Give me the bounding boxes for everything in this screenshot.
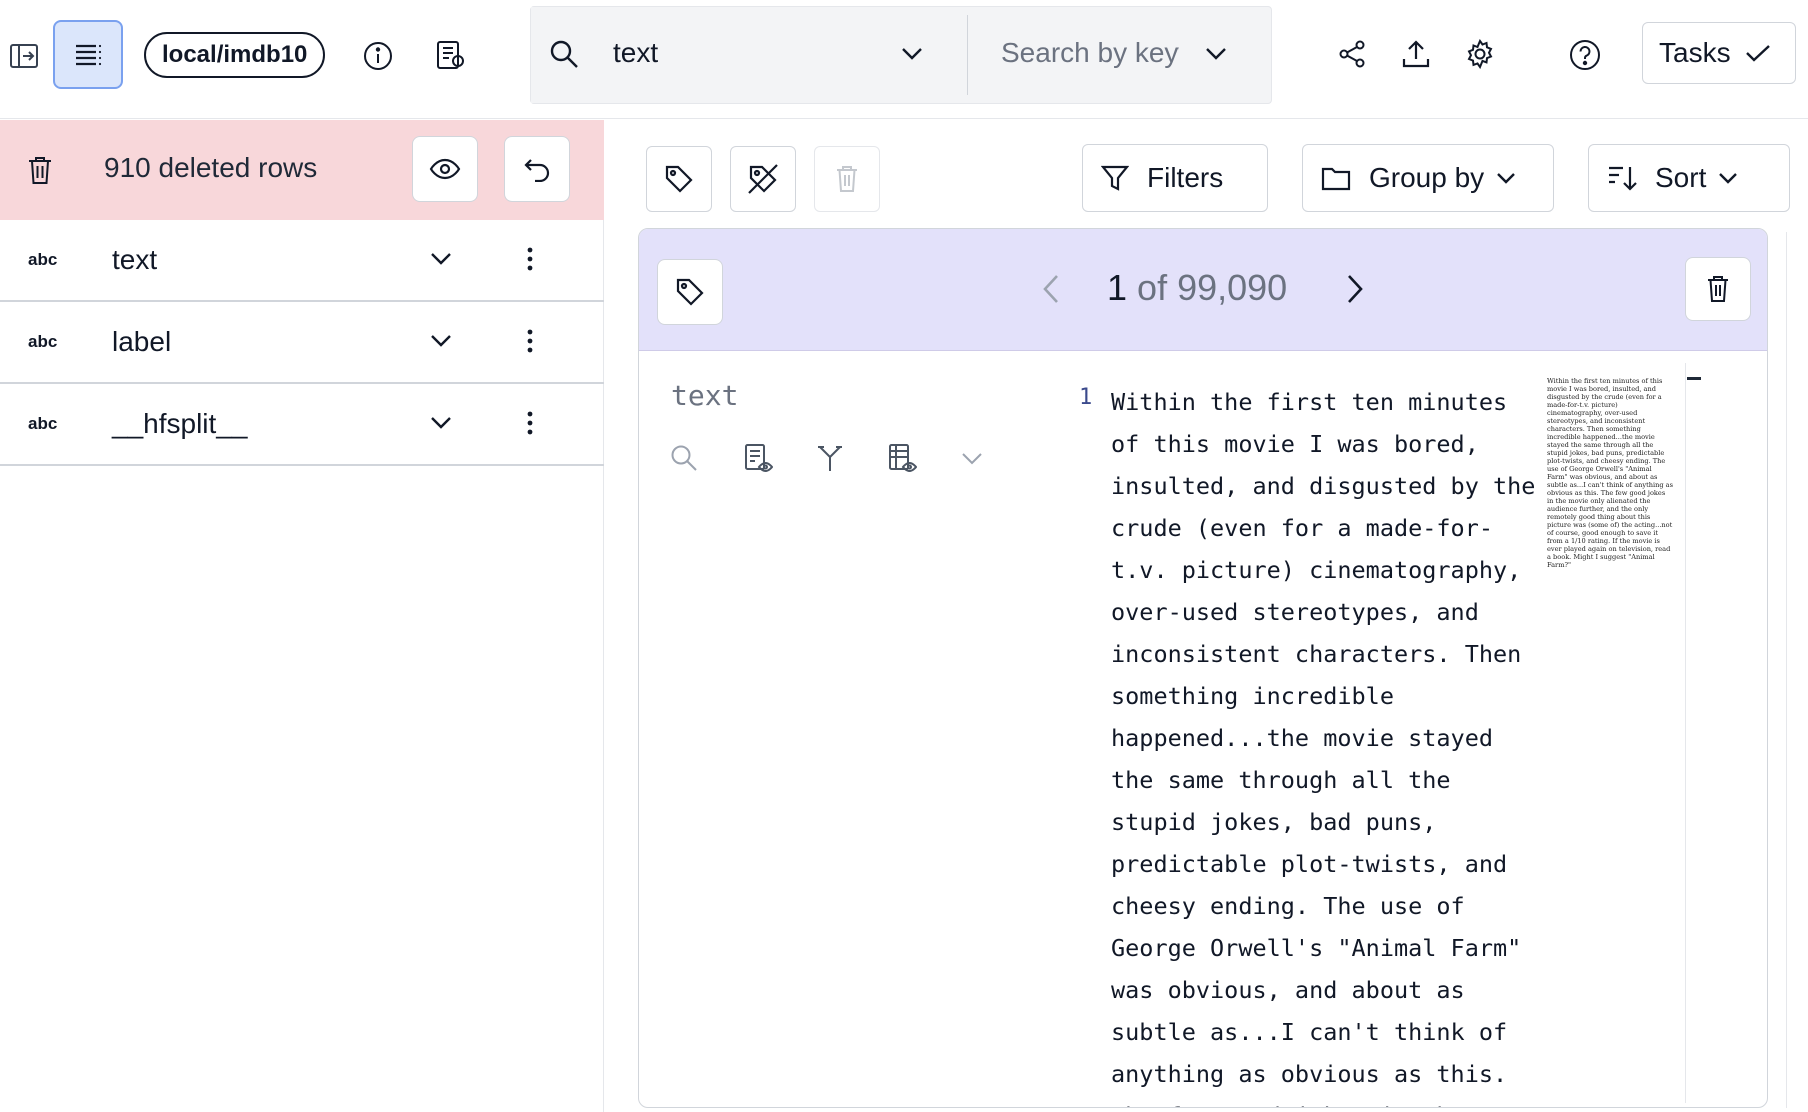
field-row-hfsplit[interactable]: abc __hfsplit__ <box>0 384 604 466</box>
tag-off-icon <box>748 164 778 194</box>
line-number: 1 <box>1079 385 1093 410</box>
scroll-position-marker <box>1687 377 1701 380</box>
group-by-button[interactable]: Group by <box>1302 144 1554 212</box>
text-minimap[interactable]: Within the first ten minutes of this mov… <box>1547 377 1673 617</box>
eye-icon <box>429 158 461 180</box>
chevron-down-icon <box>1497 173 1516 184</box>
field-text-value: Within the first ten minutes of this mov… <box>1111 388 1536 1107</box>
filters-label: Filters <box>1147 162 1224 193</box>
search-field-value: text <box>613 37 659 68</box>
row-counter: 1 of 99,090 <box>1107 267 1287 309</box>
chevron-down-icon[interactable] <box>428 248 454 270</box>
field-name: text <box>112 244 158 275</box>
undo-icon <box>524 159 550 182</box>
dataset-name-pill[interactable]: local/imdb10 <box>144 32 326 78</box>
chevron-down-icon <box>1719 173 1738 184</box>
field-row-text[interactable]: abc text <box>0 220 604 302</box>
cluster-icon[interactable] <box>815 443 845 473</box>
schema-panel: 910 deleted rows abc text abc label abc … <box>0 120 604 1112</box>
remove-label-button[interactable] <box>730 146 796 212</box>
chevron-down-icon[interactable] <box>428 330 454 352</box>
search-icon <box>549 39 579 69</box>
gear-icon[interactable] <box>1464 38 1496 70</box>
tasks-button[interactable]: Tasks <box>1642 22 1796 84</box>
row-counter-current: 1 <box>1107 267 1128 308</box>
list-view-button[interactable] <box>53 20 123 89</box>
share-icon[interactable] <box>1336 38 1368 70</box>
more-vertical-icon[interactable] <box>520 326 540 356</box>
next-row-icon[interactable] <box>1343 271 1367 307</box>
tasks-label: Tasks <box>1659 37 1731 68</box>
chevron-down-icon[interactable] <box>959 449 985 469</box>
chevron-down-icon[interactable] <box>899 43 925 65</box>
top-toolbar: local/imdb10 text Search by keyword <box>0 0 1808 119</box>
deleted-rows-label: 910 deleted rows <box>104 152 318 183</box>
trash-icon <box>837 166 857 192</box>
sort-icon <box>1609 166 1637 191</box>
field-name: __hfsplit__ <box>112 408 248 439</box>
row-card: 1 of 99,090 text 1 Within the first ten … <box>638 228 1768 1108</box>
compute-signal-icon[interactable] <box>887 443 917 473</box>
sort-label: Sort <box>1655 162 1707 193</box>
field-type-abc: abc <box>28 414 58 433</box>
more-vertical-icon[interactable] <box>520 244 540 274</box>
row-counter-total: of 99,090 <box>1137 267 1288 308</box>
dataset-insights-icon[interactable] <box>434 38 468 72</box>
delete-row-button[interactable] <box>1685 257 1751 321</box>
help-icon[interactable] <box>1568 38 1602 72</box>
chevron-down-icon[interactable] <box>428 412 454 434</box>
search-divider <box>967 15 968 95</box>
chevron-down-icon[interactable] <box>1203 43 1229 65</box>
row-label-button[interactable] <box>657 259 723 325</box>
delete-rows-button[interactable] <box>814 146 880 212</box>
previous-row-icon[interactable] <box>1039 271 1063 307</box>
search-field-selector[interactable]: text <box>531 7 967 103</box>
preview-icon[interactable] <box>743 443 773 473</box>
panel-scrollbar[interactable] <box>1786 232 1787 1108</box>
search-keyword-input[interactable]: Search by keyword <box>1001 37 1179 69</box>
field-type-abc: abc <box>28 250 58 269</box>
info-icon[interactable] <box>362 40 394 72</box>
field-label: text <box>671 379 739 412</box>
tag-icon <box>665 165 693 193</box>
tag-icon <box>676 278 704 306</box>
deleted-rows-banner: 910 deleted rows <box>0 120 604 220</box>
sidebar-toggle-icon[interactable] <box>8 40 40 72</box>
undo-delete-button[interactable] <box>504 136 570 202</box>
field-row-label[interactable]: abc label <box>0 302 604 384</box>
more-vertical-icon[interactable] <box>520 408 540 438</box>
upload-icon[interactable] <box>1400 38 1432 70</box>
list-icon <box>76 44 102 65</box>
row-card-header: 1 of 99,090 <box>639 229 1767 351</box>
search-bar: text Search by keyword <box>530 6 1272 104</box>
filters-button[interactable]: Filters <box>1082 144 1268 212</box>
search-icon[interactable] <box>669 443 699 473</box>
check-icon <box>1745 44 1771 62</box>
trash-icon <box>26 154 54 186</box>
filter-icon <box>1101 165 1129 191</box>
text-scrollbar[interactable] <box>1685 363 1686 1103</box>
field-name: label <box>112 326 172 357</box>
show-deleted-button[interactable] <box>412 136 478 202</box>
trash-icon <box>1708 276 1728 302</box>
group-by-label: Group by <box>1369 162 1485 193</box>
field-type-abc: abc <box>28 332 58 351</box>
add-label-button[interactable] <box>646 146 712 212</box>
folder-icon <box>1321 167 1351 191</box>
sort-button[interactable]: Sort <box>1588 144 1790 212</box>
